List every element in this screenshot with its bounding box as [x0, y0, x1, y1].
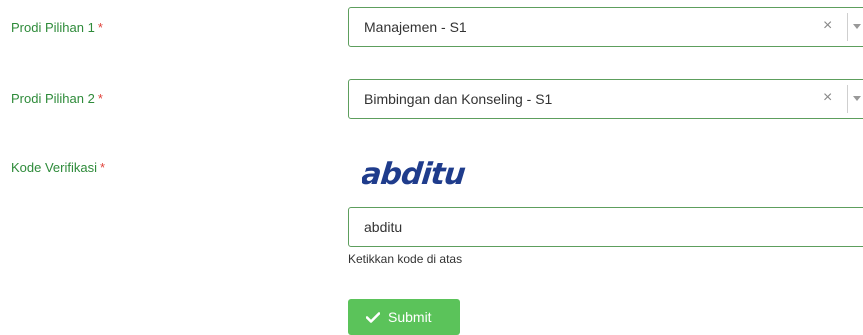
clear-icon[interactable]: × — [823, 17, 832, 35]
prodi1-select[interactable]: Manajemen - S1 × — [348, 7, 863, 47]
prodi2-label: Prodi Pilihan 2 * — [11, 91, 103, 106]
captcha-text: abditu — [362, 157, 467, 192]
verification-label: Kode Verifikasi * — [11, 160, 105, 175]
submit-label: Submit — [388, 309, 432, 325]
clear-icon[interactable]: × — [823, 89, 832, 107]
chevron-down-icon[interactable] — [853, 24, 861, 29]
captcha-image: abditu — [362, 157, 467, 192]
prodi1-selected-value: Manajemen - S1 — [364, 19, 467, 35]
required-mark: * — [97, 20, 103, 35]
prodi2-select[interactable]: Bimbingan dan Konseling - S1 × — [348, 79, 863, 119]
chevron-down-icon[interactable] — [853, 96, 861, 101]
select-separator — [847, 13, 848, 41]
check-icon — [366, 312, 380, 323]
prodi1-label: Prodi Pilihan 1 * — [11, 20, 103, 35]
select-separator — [847, 85, 848, 113]
required-mark: * — [97, 91, 103, 106]
prodi2-selected-value: Bimbingan dan Konseling - S1 — [364, 91, 553, 107]
verification-helper-text: Ketikkan kode di atas — [348, 252, 463, 266]
prodi2-label-text: Prodi Pilihan 2 — [11, 91, 95, 106]
verification-code-input[interactable] — [348, 207, 863, 247]
prodi1-label-text: Prodi Pilihan 1 — [11, 20, 95, 35]
submit-button[interactable]: Submit — [348, 299, 460, 335]
verification-label-text: Kode Verifikasi — [11, 160, 97, 175]
required-mark: * — [100, 160, 106, 175]
